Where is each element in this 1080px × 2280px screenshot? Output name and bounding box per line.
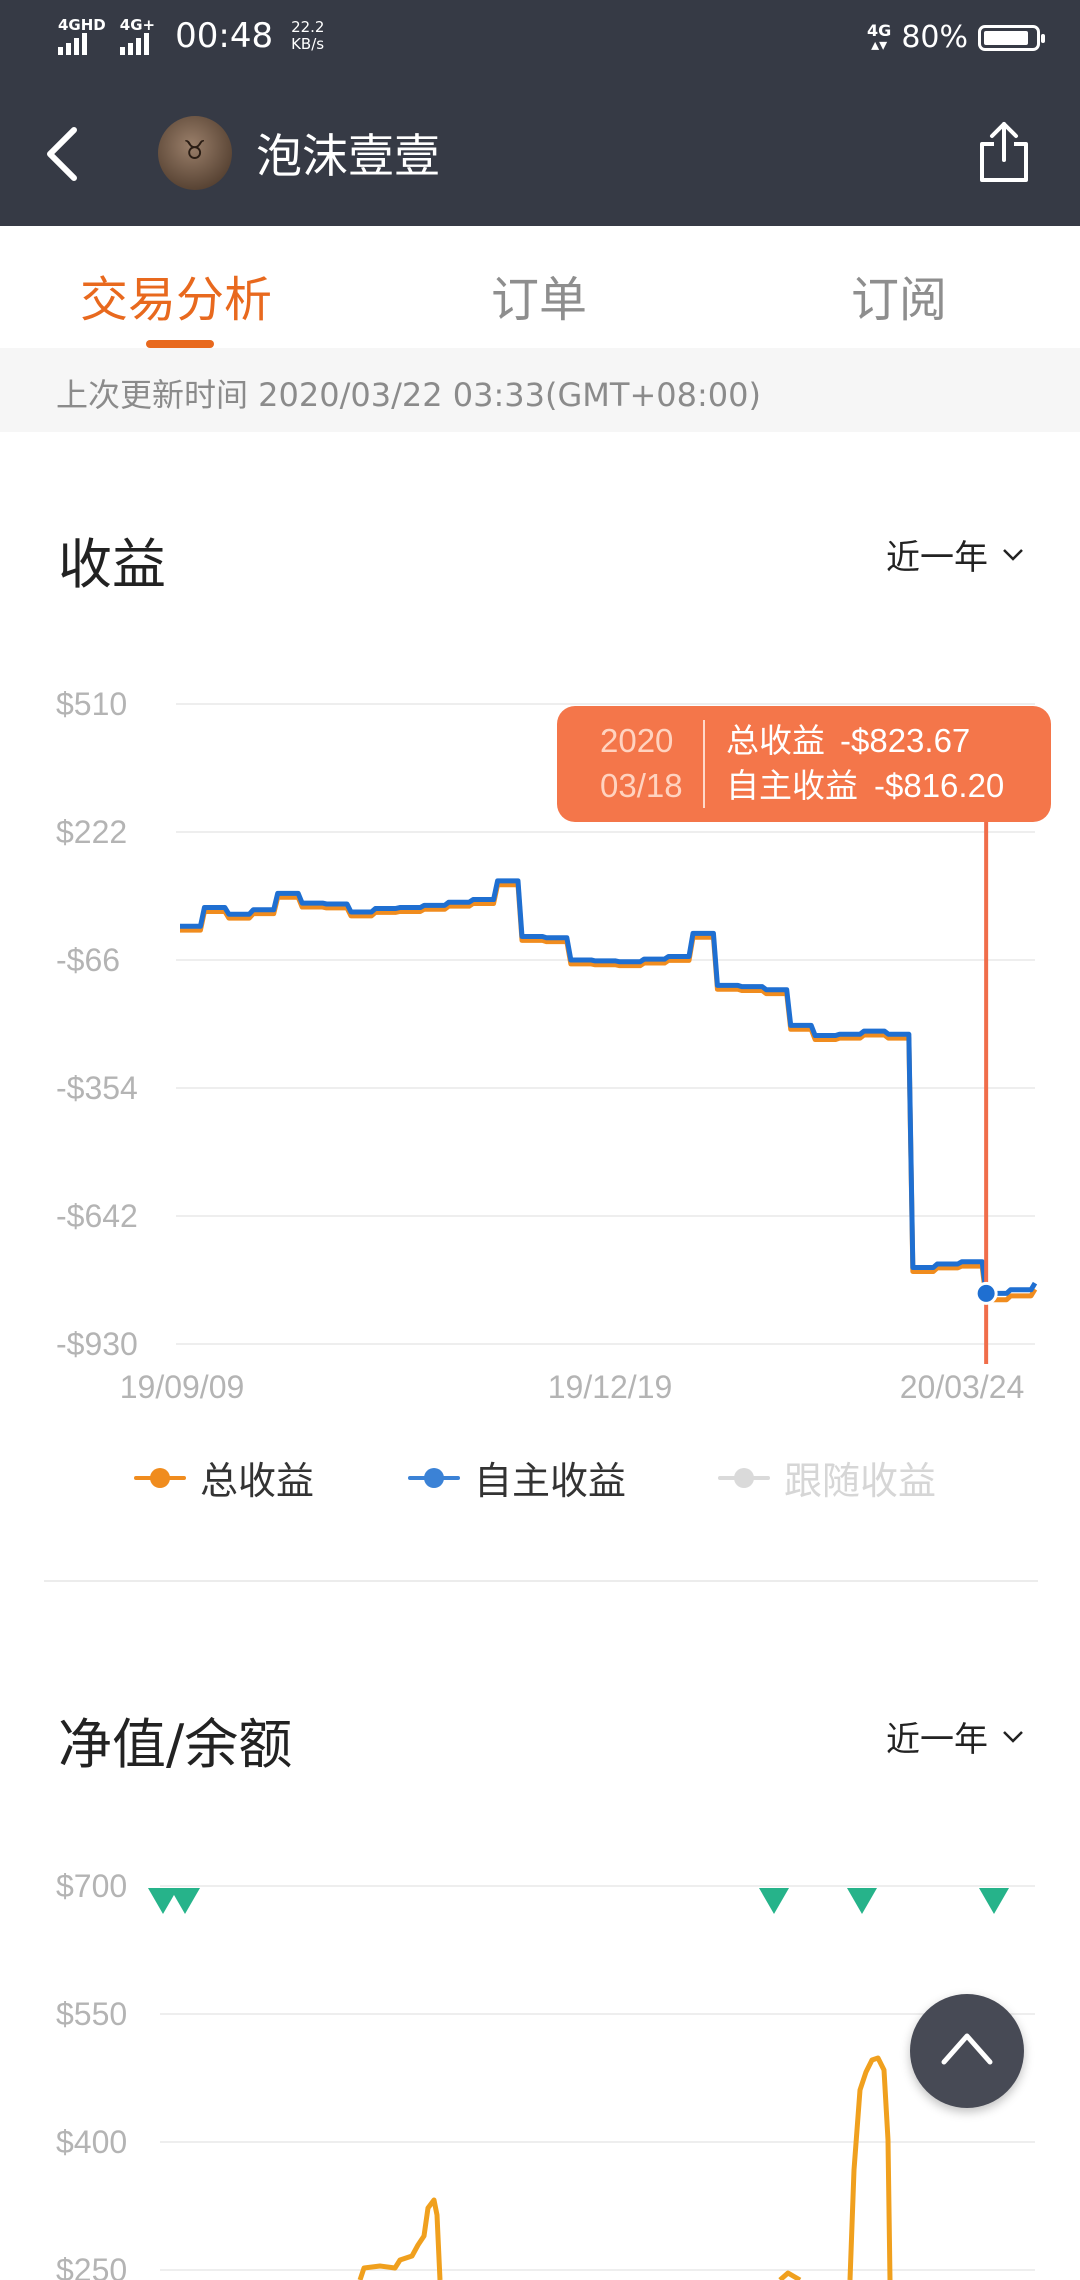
- page-title: 泡沫壹壹: [256, 129, 440, 183]
- sim1-label: 4GHD: [58, 16, 106, 34]
- tooltip-date: 03/18: [600, 767, 683, 804]
- profit-title: 收益: [58, 533, 166, 596]
- status-left: 4GHD 4G+ 00:48 22.2 KB/s: [58, 16, 324, 56]
- tab-trade-analysis[interactable]: 交易分析: [80, 260, 272, 330]
- status-right: 4G ▴▾ 80%: [867, 20, 1045, 55]
- legend-label-total: 总收益: [200, 1459, 315, 1503]
- profit-legend: 总收益 自主收益 跟随收益: [0, 1450, 1080, 1510]
- nav-bar: ♉ 泡沫壹壹: [0, 80, 1080, 226]
- profit-chart[interactable]: $510 $222 -$66 -$354 -$642 -$930 19/09/09 19/12…: [0, 640, 1080, 1420]
- status-bar: 4GHD 4G+ 00:48 22.2 KB/s 4G ▴▾ 80%: [0, 0, 1080, 80]
- y-tick-label: -$930: [56, 1326, 138, 1362]
- trade-marker-icon: [979, 1888, 1009, 1914]
- network-type: 4G ▴▾: [867, 22, 891, 54]
- profit-range-label: 近一年: [886, 538, 988, 578]
- legend-marker-self: [408, 1467, 460, 1488]
- trade-marker-icon: [170, 1888, 200, 1914]
- equity-title: 净值/余额: [58, 1713, 293, 1776]
- speed-value: 22.2: [291, 18, 325, 36]
- share-icon[interactable]: [976, 120, 1032, 186]
- active-tab-indicator: [146, 340, 214, 348]
- tooltip-year: 2020: [600, 722, 673, 759]
- data-arrows-icon: ▴▾: [871, 34, 888, 54]
- tooltip: 2020 03/18 总收益 -$823.67 自主收益 -$816.20: [557, 706, 1051, 822]
- legend-total[interactable]: 总收益: [134, 1450, 314, 1505]
- clock: 00:48: [175, 16, 274, 56]
- equity-range-dropdown[interactable]: 近一年: [886, 1712, 1024, 1761]
- tooltip-total-value: -$823.67: [840, 722, 970, 759]
- x-tick-label: 19/09/09: [120, 1369, 245, 1405]
- battery-icon: [978, 24, 1045, 51]
- trade-marker-icon: [759, 1888, 789, 1914]
- profit-range-dropdown[interactable]: 近一年: [886, 530, 1024, 579]
- signal-bars-icon: [58, 33, 87, 55]
- battery-percent: 80%: [901, 20, 968, 55]
- y-tick-label: $222: [56, 814, 127, 850]
- chevron-up-icon: [941, 2033, 993, 2065]
- series-line-total: [180, 882, 1038, 1303]
- tab-subscriptions[interactable]: 订阅: [851, 260, 947, 330]
- legend-follow[interactable]: 跟随收益: [718, 1450, 936, 1505]
- y-tick-label: $550: [56, 1996, 127, 2032]
- avatar-image: ♉: [183, 136, 207, 166]
- back-arrow-icon[interactable]: [40, 124, 90, 184]
- y-tick-label: -$66: [56, 942, 120, 978]
- chevron-down-icon: [1003, 548, 1023, 561]
- y-tick-label: $400: [56, 2124, 127, 2160]
- y-tick-label: -$642: [56, 1198, 138, 1234]
- equity-line-right: [778, 2055, 893, 2280]
- sim2-label: 4G+: [119, 16, 156, 34]
- legend-self[interactable]: 自主收益: [408, 1450, 626, 1505]
- network-speed: 22.2 KB/s: [291, 19, 324, 53]
- speed-unit: KB/s: [291, 35, 325, 53]
- y-tick-label: $700: [56, 1868, 127, 1904]
- signal-sim1: 4GHD: [58, 17, 106, 55]
- legend-marker-total: [134, 1467, 186, 1488]
- tab-bar: 交易分析 订单 订阅: [0, 226, 1080, 348]
- tooltip-self-value: -$816.20: [874, 767, 1004, 804]
- y-tick-label: $250: [56, 2252, 127, 2280]
- tooltip-self-label: 自主收益: [726, 767, 858, 804]
- section-divider: [44, 1580, 1038, 1582]
- legend-label-follow: 跟随收益: [784, 1459, 937, 1503]
- legend-label-self: 自主收益: [474, 1459, 627, 1503]
- signal-bars-icon: [119, 33, 149, 55]
- x-tick-label: 20/03/24: [900, 1369, 1025, 1405]
- tooltip-total-label: 总收益: [726, 722, 825, 759]
- selected-point: [974, 1281, 998, 1305]
- y-tick-label: -$354: [56, 1070, 138, 1106]
- scroll-to-top-button[interactable]: [910, 1994, 1024, 2108]
- update-time: 上次更新时间 2020/03/22 03:33(GMT+08:00): [56, 376, 761, 414]
- equity-range-label: 近一年: [886, 1720, 988, 1760]
- tab-orders[interactable]: 订单: [491, 260, 587, 330]
- update-time-bar: 上次更新时间 2020/03/22 03:33(GMT+08:00): [0, 348, 1080, 432]
- trade-marker-icon: [847, 1888, 877, 1914]
- equity-line-left: [357, 2197, 443, 2280]
- signal-sim2: 4G+: [119, 16, 156, 55]
- y-tick-label: $510: [56, 686, 127, 722]
- avatar[interactable]: ♉: [158, 116, 232, 190]
- chevron-down-icon: [1003, 1730, 1023, 1743]
- legend-marker-follow: [718, 1467, 770, 1488]
- x-tick-label: 19/12/19: [548, 1369, 673, 1405]
